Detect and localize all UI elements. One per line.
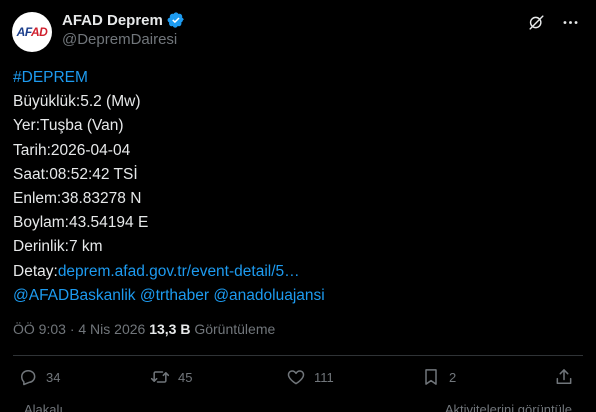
longitude-line: Boylam:43.54194 E bbox=[13, 214, 149, 232]
grok-icon[interactable] bbox=[526, 12, 546, 32]
mentions-line[interactable]: @AFADBaskanlik @trthaber @anadoluajansi bbox=[13, 284, 573, 308]
reply-icon bbox=[21, 370, 36, 386]
detail-link[interactable]: deprem.afad.gov.tr/event-detail/5… bbox=[58, 263, 300, 280]
top-actions bbox=[526, 12, 580, 32]
divider bbox=[13, 355, 583, 356]
bookmark-count: 2 bbox=[449, 369, 457, 385]
detail-line: Detay:deprem.afad.gov.tr/event-detail/5… bbox=[13, 260, 573, 284]
time-line: Saat:08:52:42 TSİ bbox=[13, 165, 138, 183]
tweet-body: #DEPREM Büyüklük:5.2 (Mw) Yer:Tuşba (Van… bbox=[13, 66, 573, 308]
like-button[interactable]: 111 bbox=[286, 367, 334, 387]
heart-icon bbox=[287, 370, 305, 385]
bookmark-button[interactable]: 2 bbox=[421, 367, 456, 387]
author-name-row: AFAD Deprem bbox=[62, 11, 185, 29]
share-button[interactable] bbox=[554, 367, 574, 387]
tweet-time[interactable]: ÖÖ 9:03 bbox=[13, 321, 66, 337]
date-line: Tarih:2026-04-04 bbox=[13, 141, 131, 159]
like-count: 111 bbox=[314, 369, 334, 385]
meta-separator: · bbox=[69, 321, 75, 337]
latitude-line: Enlem:38.83278 N bbox=[13, 189, 142, 207]
views-count: 13,3 B bbox=[149, 321, 191, 337]
avatar-logo: AFAD bbox=[16, 25, 48, 39]
repost-icon bbox=[150, 371, 170, 383]
views-label: Görüntüleme bbox=[194, 321, 276, 337]
share-icon bbox=[556, 369, 572, 384]
reply-count: 34 bbox=[46, 369, 61, 385]
verified-badge-icon bbox=[167, 11, 185, 29]
footer-bar: Alakalı Aktivitelerini görüntüle bbox=[0, 400, 596, 412]
bookmark-icon bbox=[425, 369, 437, 385]
author-handle[interactable]: @DepremDairesi bbox=[62, 31, 177, 48]
location-line: Yer:Tuşba (Van) bbox=[13, 117, 124, 135]
author-display-name[interactable]: AFAD Deprem bbox=[62, 12, 163, 29]
avatar[interactable]: AFAD bbox=[12, 12, 52, 52]
reply-button[interactable]: 34 bbox=[18, 367, 60, 387]
repost-button[interactable]: 45 bbox=[150, 367, 192, 387]
repost-count: 45 bbox=[178, 369, 193, 385]
action-bar: 34 45 111 2 bbox=[0, 367, 596, 397]
magnitude-line: Büyüklük:5.2 (Mw) bbox=[13, 93, 141, 111]
tweet-card: AFAD AFAD Deprem @DepremDairesi #DEPREM … bbox=[0, 0, 596, 412]
tweet-date[interactable]: 4 Nis 2026 bbox=[78, 321, 145, 337]
more-options-icon[interactable] bbox=[560, 12, 580, 32]
related-link[interactable]: Alakalı bbox=[24, 402, 63, 412]
depth-line: Derinlik:7 km bbox=[13, 238, 103, 256]
view-activity-link[interactable]: Aktivitelerini görüntüle bbox=[445, 402, 572, 412]
detail-label: Detay: bbox=[13, 262, 58, 280]
tweet-meta: ÖÖ 9:03 · 4 Nis 2026 13,3 B Görüntüleme bbox=[13, 321, 275, 337]
hashtag-link[interactable]: #DEPREM bbox=[13, 66, 573, 90]
